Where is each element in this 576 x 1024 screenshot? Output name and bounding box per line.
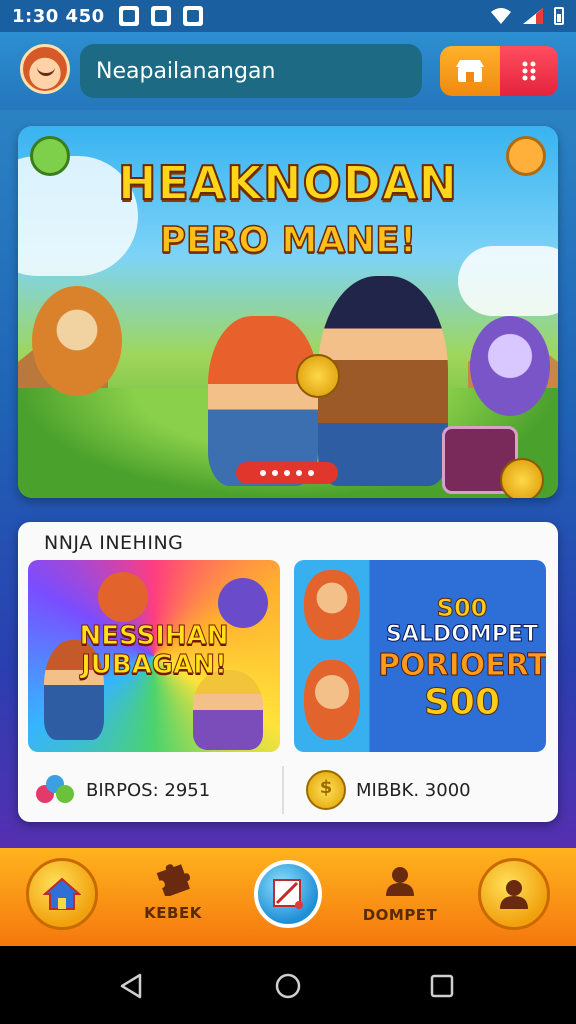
tile-right-amount-top: S00: [436, 594, 488, 623]
user-avatar[interactable]: [20, 44, 70, 94]
wifi-icon: [491, 8, 511, 24]
banner-pagination[interactable]: [236, 462, 338, 484]
banner-coin-icon: [296, 354, 340, 398]
status-time: 1:30 450: [12, 5, 105, 27]
pagination-dot[interactable]: [308, 470, 314, 476]
featured-section: NNJA INEHING NESSIHAN JUBAGAN! S00 SALDO…: [18, 522, 558, 822]
stat-left[interactable]: BIRPOS: 2951: [36, 768, 210, 812]
promo-banner[interactable]: HEAKNODAN PERO MANE!: [18, 126, 558, 498]
tile-right-line1: SALDOMPET: [386, 622, 539, 648]
menu-button[interactable]: [500, 46, 558, 96]
pagination-dot[interactable]: [284, 470, 290, 476]
play-card-icon: [273, 879, 303, 909]
tile-right-line2: PORIOERT: [378, 648, 547, 684]
pagination-dot[interactable]: [260, 470, 266, 476]
gallery-notification-icon: [118, 6, 139, 26]
home-icon: [43, 877, 81, 910]
game-tile-left[interactable]: NESSIHAN JUBAGAN!: [28, 560, 280, 752]
app-header: Neapailanangan: [0, 32, 576, 110]
tile-character-icon: [98, 572, 148, 622]
coin-icon: [306, 770, 346, 810]
nav-refek-button[interactable]: KEBEK: [128, 864, 218, 922]
tile-left-title: NESSIHAN JUBAGAN!: [28, 621, 280, 680]
app-notification-icon: [182, 6, 203, 26]
nav-center-button[interactable]: [254, 860, 322, 928]
stat-right[interactable]: MIBBK. 3000: [306, 768, 471, 812]
banner-cat-character: [470, 316, 550, 416]
banner-coin-small-icon: [500, 458, 544, 498]
home-circle-icon[interactable]: [274, 972, 302, 1000]
bag-notification-icon: [150, 6, 171, 26]
nav-refek-label: KEBEK: [144, 904, 202, 922]
stat-right-label: MIBBK. 3000: [356, 779, 471, 801]
nav-dompet-label: DOMPET: [362, 906, 438, 924]
pagination-dot[interactable]: [272, 470, 278, 476]
header-actions: [440, 46, 558, 96]
tile-left-title-line2: JUBAGAN!: [81, 649, 228, 680]
section-heading: NNJA INEHING: [44, 532, 184, 554]
tile-character-icon: [193, 670, 263, 750]
tile-fox-character-icon: [304, 660, 360, 740]
bottom-navigation: KEBEK DOMPET: [0, 848, 576, 946]
game-tile-right[interactable]: S00 SALDOMPET PORIOERT S00: [294, 560, 546, 752]
status-bar: 1:30 450: [0, 0, 576, 32]
tile-left-title-line1: NESSIHAN: [79, 621, 229, 651]
nav-dompet-button[interactable]: DOMPET: [355, 864, 445, 924]
gems-icon: [36, 773, 76, 807]
banner-fox-character: [32, 286, 122, 396]
stat-divider: [282, 766, 284, 814]
banner-title: HEAKNODAN: [117, 155, 459, 211]
menu-dots-icon: [522, 61, 536, 81]
user-icon: [386, 867, 414, 896]
system-navigation-bar: [0, 946, 576, 1024]
battery-icon: [554, 7, 564, 25]
tile-fox-character-icon: [304, 570, 360, 640]
banner-subtitle: PERO MANE!: [159, 219, 417, 262]
nav-profile-button[interactable]: [478, 858, 550, 930]
status-notification-icons: [118, 6, 203, 26]
profile-icon: [500, 880, 528, 909]
status-system-icons: [490, 7, 564, 25]
stat-left-label: BIRPOS: 2951: [86, 779, 211, 801]
signal-icon: [523, 8, 543, 24]
banner-girl-character: [208, 316, 318, 486]
page-title[interactable]: Neapailanangan: [80, 44, 422, 98]
pagination-dot[interactable]: [296, 470, 302, 476]
nav-home-button[interactable]: [26, 858, 98, 930]
shop-button[interactable]: [440, 46, 500, 96]
shop-icon: [456, 60, 484, 82]
puzzle-icon: [156, 864, 191, 898]
back-icon[interactable]: [118, 972, 146, 1000]
tile-right-amount-bottom: S00: [423, 682, 501, 724]
recents-icon[interactable]: [428, 972, 456, 1000]
